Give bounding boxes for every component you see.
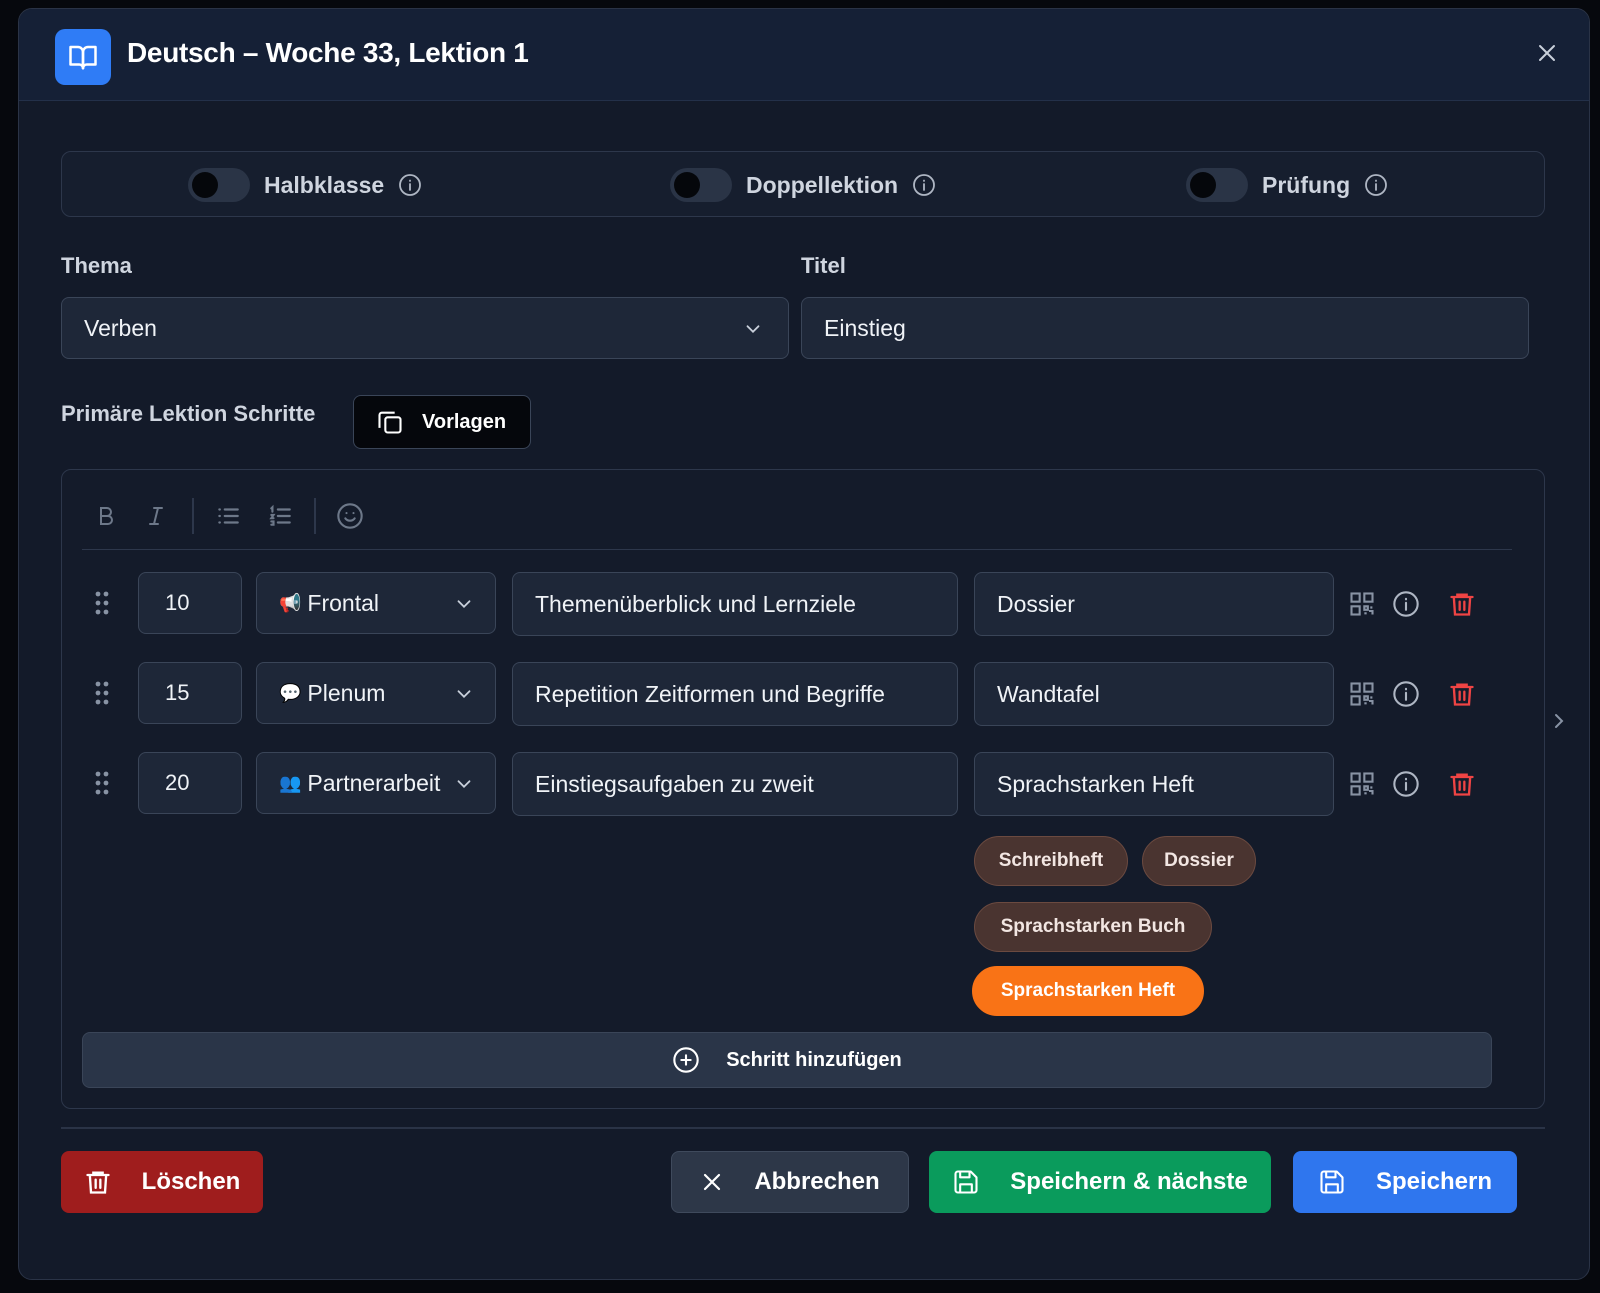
doppellektion-switch[interactable]	[670, 168, 732, 202]
pruefung-switch[interactable]	[1186, 168, 1248, 202]
thema-label: Thema	[61, 253, 132, 278]
info-icon[interactable]	[1392, 770, 1420, 798]
drag-handle-icon[interactable]	[92, 588, 112, 618]
bullet-list-button[interactable]	[210, 498, 246, 534]
cancel-button[interactable]: Abbrechen	[671, 1151, 909, 1213]
emoji-button[interactable]	[332, 498, 368, 534]
titel-input[interactable]: Einstieg	[801, 297, 1529, 359]
close-icon	[1539, 45, 1555, 61]
step-material-input[interactable]: Sprachstarken Heft	[974, 752, 1334, 816]
trash-icon[interactable]	[1448, 770, 1476, 798]
numbered-list-icon	[269, 504, 291, 526]
step-material-input[interactable]: Wandtafel	[974, 662, 1334, 726]
doppellektion-label: Doppellektion	[746, 171, 899, 198]
step-minutes-input[interactable]: 20	[138, 752, 242, 814]
toggles-bar: Halbklasse Doppellektion Prüfung	[61, 151, 1545, 217]
steps-editor: 10 📢 Frontal Themenüberblick und Lernzie…	[61, 469, 1545, 1109]
qr-code-icon[interactable]	[1348, 590, 1376, 618]
book-icon	[55, 29, 111, 85]
toggle-pruefung: Prüfung	[1186, 166, 1388, 204]
add-step-label: Schritt hinzufügen	[726, 1048, 902, 1071]
trash-icon[interactable]	[1448, 680, 1476, 708]
info-icon[interactable]	[912, 173, 936, 197]
italic-icon	[149, 507, 163, 525]
smiley-icon	[337, 503, 363, 529]
people-icon: 👥	[279, 772, 302, 793]
save-icon	[954, 1170, 978, 1194]
save-button[interactable]: Speichern	[1293, 1151, 1517, 1213]
trash-icon[interactable]	[1448, 590, 1476, 618]
step-mode-select[interactable]: 📢 Frontal	[256, 572, 496, 634]
save-icon	[1320, 1170, 1344, 1194]
bullet-list-icon	[218, 508, 239, 524]
footer-divider	[61, 1127, 1545, 1129]
step-mode-select[interactable]: 💬 Plenum	[256, 662, 496, 724]
material-chip-selected[interactable]: Sprachstarken Heft	[972, 966, 1204, 1016]
step-row: 10 📢 Frontal Themenüberblick und Lernzie…	[62, 570, 1544, 636]
speech-bubble-icon: 💬	[279, 682, 302, 703]
add-step-button[interactable]: Schritt hinzufügen	[82, 1032, 1492, 1088]
close-button[interactable]	[1529, 35, 1565, 71]
material-chip[interactable]: Schreibheft	[974, 836, 1128, 886]
thema-select[interactable]: Verben	[61, 297, 789, 359]
step-mode-value: Plenum	[307, 679, 386, 706]
numbered-list-button[interactable]	[262, 498, 298, 534]
info-icon[interactable]	[1392, 680, 1420, 708]
delete-button[interactable]: Löschen	[61, 1151, 263, 1213]
dialog-title: Deutsch – Woche 33, Lektion 1	[127, 37, 529, 68]
drag-handle-icon[interactable]	[92, 768, 112, 798]
halbklasse-label: Halbklasse	[264, 171, 385, 198]
pruefung-label: Prüfung	[1262, 171, 1351, 198]
chevron-down-icon	[453, 773, 475, 795]
vorlagen-button[interactable]: Vorlagen	[353, 395, 531, 449]
info-icon[interactable]	[1364, 173, 1388, 197]
step-description-input[interactable]: Einstiegsaufgaben zu zweit	[512, 752, 958, 816]
save-next-button[interactable]: Speichern & nächste	[929, 1151, 1271, 1213]
trash-icon	[85, 1171, 110, 1194]
qr-code-icon[interactable]	[1348, 770, 1376, 798]
drag-handle-icon[interactable]	[92, 678, 112, 708]
toggle-halbklasse: Halbklasse	[188, 166, 422, 204]
vorlagen-label: Vorlagen	[422, 410, 507, 433]
plus-circle-icon	[673, 1047, 699, 1073]
megaphone-icon: 📢	[279, 592, 302, 613]
info-icon[interactable]	[398, 173, 422, 197]
step-mode-value: Partnerarbeit	[307, 769, 441, 796]
material-chip[interactable]: Sprachstarken Buch	[974, 902, 1212, 952]
save-next-label: Speichern & nächste	[1010, 1168, 1248, 1195]
step-mode-value: Frontal	[307, 589, 380, 616]
chevron-right-icon[interactable]	[1547, 709, 1571, 733]
copy-icon	[378, 411, 402, 434]
thema-value: Verben	[84, 314, 157, 341]
close-icon	[704, 1173, 721, 1191]
titel-value: Einstieg	[824, 314, 906, 341]
chevron-down-icon	[453, 683, 475, 705]
step-row: 15 💬 Plenum Repetition Zeitformen und Be…	[62, 660, 1544, 726]
italic-button[interactable]	[138, 498, 174, 534]
qr-code-icon[interactable]	[1348, 680, 1376, 708]
step-material-input[interactable]: Dossier	[974, 572, 1334, 636]
editor-toolbar	[82, 490, 1512, 550]
cancel-label: Abbrechen	[754, 1168, 880, 1195]
step-row: 20 👥 Partnerarbeit Einstiegsaufgaben zu …	[62, 750, 1544, 816]
steps-section-label: Primäre Lektion Schritte	[61, 401, 316, 426]
delete-label: Löschen	[141, 1168, 241, 1195]
titel-label: Titel	[801, 253, 846, 278]
chevron-down-icon	[746, 325, 760, 334]
step-mode-select[interactable]: 👥 Partnerarbeit	[256, 752, 496, 814]
halbklasse-switch[interactable]	[188, 168, 250, 202]
material-chip[interactable]: Dossier	[1142, 836, 1256, 886]
step-minutes-input[interactable]: 10	[138, 572, 242, 634]
step-description-input[interactable]: Themenüberblick und Lernziele	[512, 572, 958, 636]
step-minutes-input[interactable]: 15	[138, 662, 242, 724]
bold-icon	[100, 507, 113, 525]
lesson-dialog: Deutsch – Woche 33, Lektion 1 Halbklasse…	[18, 8, 1590, 1280]
save-label: Speichern	[1375, 1168, 1493, 1195]
toggle-doppellektion: Doppellektion	[670, 166, 936, 204]
bold-button[interactable]	[88, 498, 124, 534]
dialog-header: Deutsch – Woche 33, Lektion 1	[19, 9, 1589, 101]
chevron-down-icon	[453, 593, 475, 615]
info-icon[interactable]	[1392, 590, 1420, 618]
step-description-input[interactable]: Repetition Zeitformen und Begriffe	[512, 662, 958, 726]
